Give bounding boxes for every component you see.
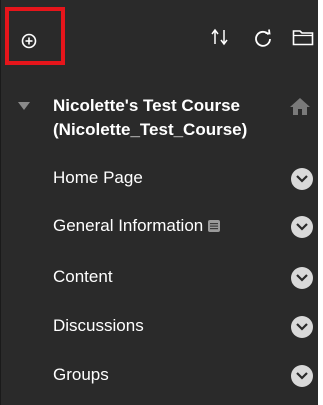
nav-item-general-information[interactable]: General Information [1, 202, 319, 250]
refresh-icon [255, 29, 271, 47]
chevron-down-icon[interactable] [291, 316, 313, 338]
info-badge-icon [208, 219, 221, 232]
course-menu-panel: Nicolette's Test Course (Nicolette_Test_… [0, 0, 323, 405]
reorder-arrows-icon [211, 28, 228, 46]
triangle-down-icon[interactable] [17, 101, 31, 111]
folder-button[interactable] [292, 28, 314, 46]
refresh-button[interactable] [253, 28, 273, 48]
reorder-button[interactable] [209, 28, 231, 46]
course-header[interactable]: Nicolette's Test Course (Nicolette_Test_… [1, 88, 319, 148]
nav-item-label[interactable]: Home Page [53, 154, 143, 202]
folder-icon [292, 30, 314, 46]
chevron-down-icon[interactable] [291, 267, 313, 289]
nav-item-label[interactable]: Content [53, 253, 113, 301]
course-title[interactable]: Nicolette's Test Course (Nicolette_Test_… [53, 94, 293, 142]
course-menu-toolbar [1, 0, 319, 76]
plus-circle-icon [21, 33, 37, 49]
nav-item-discussions[interactable]: Discussions [1, 302, 319, 350]
chevron-down-icon[interactable] [291, 168, 313, 190]
nav-item-label-wrap[interactable]: General Information [53, 202, 221, 250]
nav-item-home-page[interactable]: Home Page [1, 154, 319, 202]
chevron-down-icon[interactable] [291, 216, 313, 238]
nav-item-label[interactable]: Discussions [53, 302, 144, 350]
nav-item-groups[interactable]: Groups [1, 351, 319, 399]
nav-item-content[interactable]: Content [1, 253, 319, 301]
nav-item-label: General Information [53, 216, 204, 235]
chevron-down-icon[interactable] [291, 365, 313, 387]
add-menu-item-button[interactable] [5, 7, 65, 65]
home-icon[interactable] [289, 96, 311, 116]
nav-item-label[interactable]: Groups [53, 351, 109, 399]
